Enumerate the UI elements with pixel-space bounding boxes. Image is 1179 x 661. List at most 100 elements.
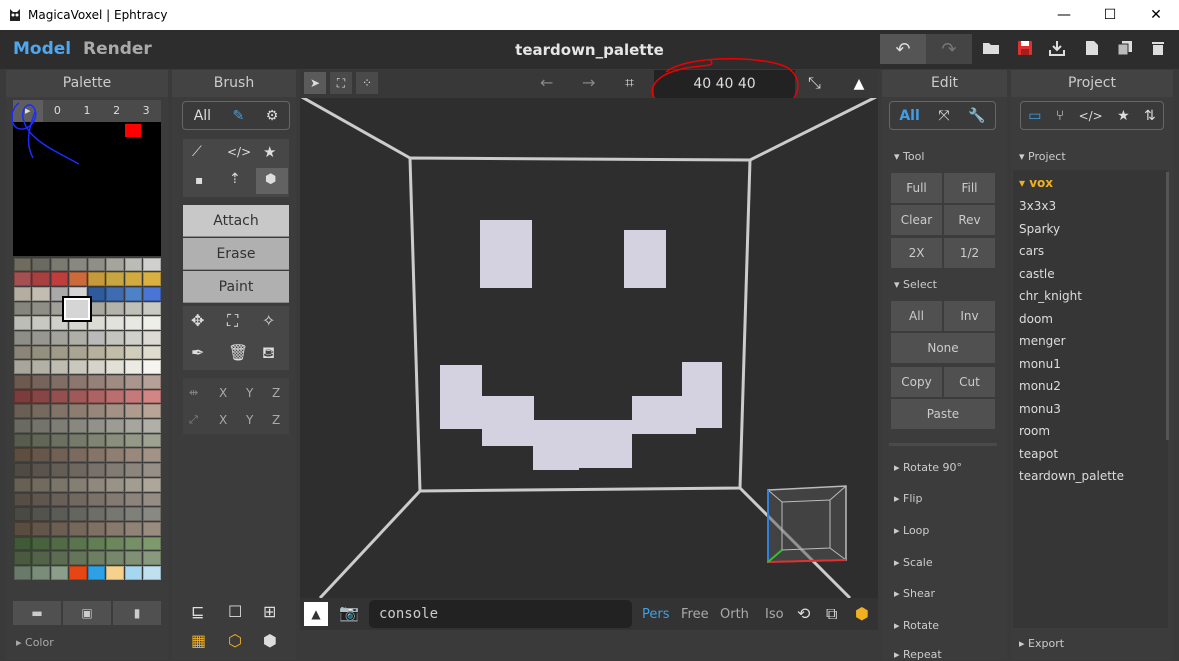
gear-icon[interactable]: ⚙ (266, 108, 279, 124)
mirror-icon[interactable]: ⇹ (189, 386, 198, 399)
project-item[interactable]: menger (1019, 334, 1066, 348)
palette-color-cell[interactable] (87, 521, 105, 536)
palette-color-cell[interactable] (106, 272, 124, 286)
palette-color-cell[interactable] (124, 507, 142, 521)
undo-button[interactable]: ↶ (880, 34, 926, 64)
close-button[interactable]: ✕ (1133, 0, 1179, 30)
palette-color-cell[interactable] (87, 286, 105, 301)
cut-button[interactable]: Cut (944, 367, 995, 397)
reset-camera-icon[interactable]: ⟲ (797, 604, 810, 623)
palette-color-cell[interactable] (87, 272, 105, 286)
palette-color-cell[interactable] (87, 419, 105, 433)
frame-icon[interactable]: ☐ (228, 602, 242, 621)
arrow-left-icon[interactable]: ← (540, 73, 553, 92)
palette-color-cell[interactable] (50, 507, 68, 521)
voxel-brush-icon[interactable]: ▪ (195, 173, 203, 187)
palette-color-cell[interactable] (13, 551, 31, 565)
project-item[interactable]: teapot (1019, 447, 1058, 461)
palette-color-cell[interactable] (124, 463, 142, 477)
open-folder-icon[interactable] (981, 40, 1001, 60)
palette-color-cell[interactable] (69, 507, 87, 521)
redo-button[interactable]: ↷ (926, 34, 972, 64)
palette-color-cell[interactable] (143, 477, 161, 492)
palette-color-cell[interactable] (32, 477, 50, 492)
palette-color-cell[interactable] (106, 301, 124, 316)
palette-color-cell[interactable] (13, 389, 31, 404)
export-icon[interactable] (1047, 40, 1067, 60)
palette-color-cell[interactable] (13, 272, 31, 286)
pointer-icon[interactable]: ➤ (304, 72, 326, 94)
palette-color-cell[interactable] (87, 316, 105, 330)
palette-color-cell[interactable] (124, 448, 142, 463)
palette-color-cell[interactable] (50, 448, 68, 463)
palette-color-cell[interactable] (106, 330, 124, 345)
axis-y[interactable]: Y (246, 386, 253, 400)
shrink-icon[interactable]: ⤡ (808, 73, 821, 93)
project-scrollbar[interactable] (1166, 172, 1169, 440)
palette-color-cell[interactable] (87, 375, 105, 389)
palette-color-cell[interactable] (124, 419, 142, 433)
palette-color-cell[interactable] (13, 565, 31, 580)
view-layout-icon[interactable]: ⧉ (826, 604, 837, 624)
palette-color-cell[interactable] (13, 330, 31, 345)
palette-color-cell[interactable] (69, 463, 87, 477)
palette-color-cell[interactable] (106, 492, 124, 507)
star-icon[interactable]: ★ (1117, 108, 1130, 124)
palette-color-cell[interactable] (124, 330, 142, 345)
rev-button[interactable]: Rev (944, 205, 995, 235)
palette-color-cell[interactable] (69, 521, 87, 536)
palette-color-cell[interactable] (32, 301, 50, 316)
palette-color-cell[interactable] (69, 404, 87, 419)
selected-palette-cell[interactable] (62, 296, 92, 322)
code-icon[interactable]: </> (1079, 109, 1103, 123)
palette-color-cell[interactable] (50, 492, 68, 507)
palette-color-cell[interactable] (143, 286, 161, 301)
palette-color-cell[interactable] (143, 551, 161, 565)
palette-color-cell[interactable] (32, 272, 50, 286)
palette-color-cell[interactable] (124, 301, 142, 316)
palette-new-button[interactable]: ▮ (113, 601, 161, 625)
project-section-header[interactable]: ▾ Project (1019, 150, 1066, 163)
palette-color-cell[interactable] (143, 360, 161, 374)
palette-color-cell[interactable] (87, 389, 105, 404)
line-brush-icon[interactable]: ⟋ (192, 144, 202, 160)
clear-button[interactable]: Clear (891, 205, 942, 235)
voxel-viewport[interactable] (300, 98, 878, 598)
palette-color-cell[interactable] (50, 419, 68, 433)
palette-color-cell[interactable] (106, 565, 124, 580)
palette-color-cell[interactable] (106, 419, 124, 433)
palette-color-cell[interactable] (13, 433, 31, 448)
palette-color-cell[interactable] (32, 375, 50, 389)
camera-icon[interactable]: 📷 (339, 603, 359, 622)
palette-color-cell[interactable] (50, 389, 68, 404)
camera-mode-pers[interactable]: Pers (642, 607, 670, 622)
palette-color-cell[interactable] (87, 345, 105, 360)
palette-color-cell[interactable] (13, 419, 31, 433)
project-item[interactable]: cars (1019, 244, 1044, 258)
palette-color-cell[interactable] (124, 345, 142, 360)
palette-color-cell[interactable] (143, 389, 161, 404)
console-input[interactable]: console (369, 600, 632, 628)
crop-icon[interactable]: ⌗ (625, 73, 634, 93)
palette-color-cell[interactable] (13, 404, 31, 419)
palette-color-cell[interactable] (106, 404, 124, 419)
palette-color-cell[interactable] (13, 477, 31, 492)
palette-color-cell[interactable] (124, 360, 142, 374)
brush-filter-all[interactable]: All (194, 108, 211, 124)
resize-icon[interactable]: ⤢ (189, 413, 198, 427)
palette-color-cell[interactable] (124, 257, 142, 272)
palette-color-cell[interactable] (32, 521, 50, 536)
palette-color-cell[interactable] (69, 536, 87, 551)
full-button[interactable]: Full (891, 173, 942, 203)
palette-color-cell[interactable] (32, 419, 50, 433)
paste-button[interactable]: Paste (891, 399, 995, 429)
scale-section[interactable]: ▸ Scale (894, 556, 933, 569)
palette-color-cell[interactable] (143, 375, 161, 389)
collapse-icon[interactable]: ▲ (840, 70, 878, 98)
project-item[interactable]: room (1019, 424, 1050, 438)
arrow-right-icon[interactable]: → (582, 73, 595, 92)
minimize-button[interactable]: — (1041, 0, 1087, 30)
delete-icon[interactable] (1148, 40, 1168, 60)
palette-preview[interactable] (11, 102, 161, 256)
select-inv-button[interactable]: Inv (944, 301, 995, 331)
